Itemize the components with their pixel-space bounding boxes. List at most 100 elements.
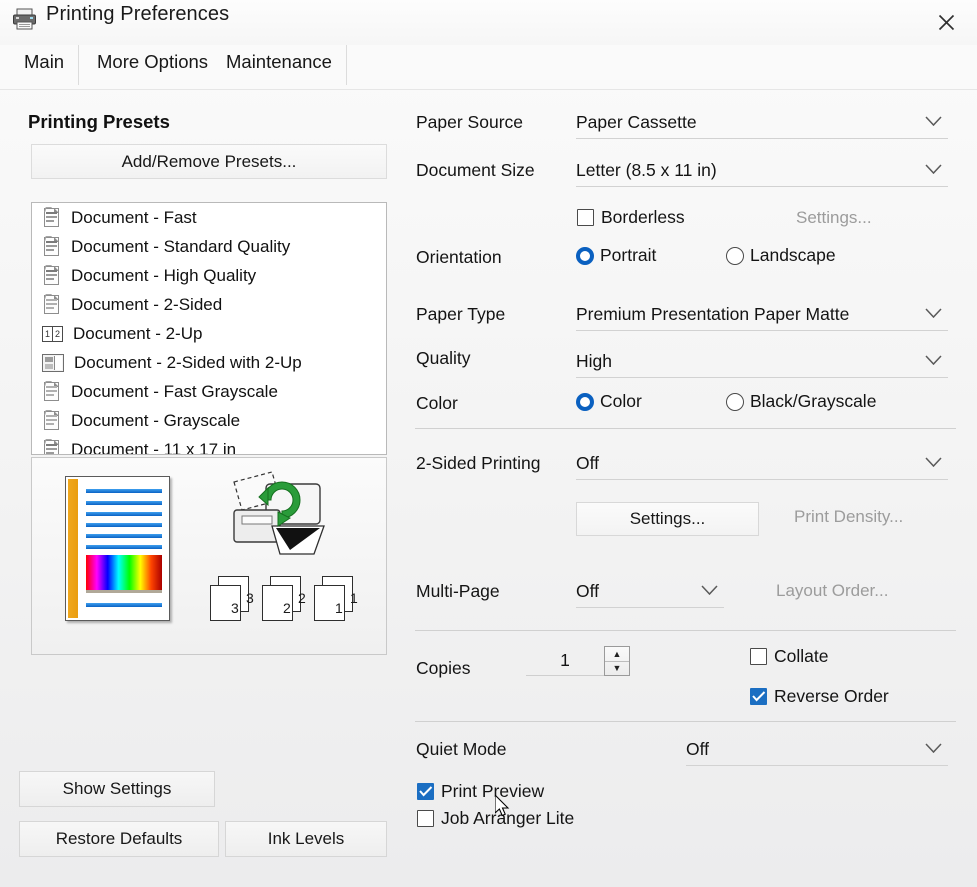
paper-type-label: Paper Type xyxy=(416,304,506,324)
color-label: Color xyxy=(416,393,458,413)
ink-levels-button[interactable]: Ink Levels xyxy=(225,821,387,857)
list-item-label: Document - Fast xyxy=(71,207,197,227)
copy-stack-number: 1 xyxy=(350,590,358,606)
list-item[interactable]: 1 2 Document - 2-Up xyxy=(32,319,386,348)
right-panel: Paper Source Paper Cassette Document Siz… xyxy=(406,95,977,887)
copies-increment-button[interactable]: ▲ xyxy=(605,647,629,661)
tab-strip: Main More Options Maintenance xyxy=(0,45,977,91)
print-preview-checkbox[interactable]: Print Preview xyxy=(417,781,544,802)
divider xyxy=(415,721,956,722)
tab-main[interactable]: Main xyxy=(10,45,80,85)
tab-maintenance-label: Maintenance xyxy=(226,51,332,72)
color-radio-color[interactable]: Color xyxy=(576,391,642,412)
radio-ring xyxy=(726,246,744,265)
radio-ring xyxy=(726,392,744,411)
printer-recycle-icon xyxy=(228,470,338,570)
color-option-label: Color xyxy=(600,391,642,411)
borderless-checkbox[interactable]: Borderless xyxy=(577,207,685,228)
two-up-right-label: 2 xyxy=(52,326,62,341)
document-icon xyxy=(42,381,61,402)
add-remove-presets-button[interactable]: Add/Remove Presets... xyxy=(31,144,387,179)
copies-spinner-buttons[interactable]: ▲ ▼ xyxy=(604,646,630,676)
document-icon xyxy=(42,410,61,431)
reverse-order-label: Reverse Order xyxy=(774,686,889,706)
show-settings-button[interactable]: Show Settings xyxy=(19,771,215,807)
reverse-order-checkbox[interactable]: Reverse Order xyxy=(750,686,889,707)
two-sided-settings-button[interactable]: Settings... xyxy=(576,502,759,536)
document-size-value: Letter (8.5 x 11 in) xyxy=(576,159,717,180)
paper-type-value: Premium Presentation Paper Matte xyxy=(576,303,850,324)
restore-defaults-button[interactable]: Restore Defaults xyxy=(19,821,219,857)
ink-levels-label: Ink Levels xyxy=(267,829,345,848)
orientation-landscape-label: Landscape xyxy=(750,245,836,265)
color-spectrum-swatch xyxy=(86,555,162,593)
multi-page-value: Off xyxy=(576,580,600,601)
chevron-down-icon xyxy=(925,306,942,324)
paper-source-value: Paper Cassette xyxy=(576,111,697,132)
copy-stack-number: 2 xyxy=(298,590,306,606)
list-item[interactable]: Document - 2-Sided with 2-Up xyxy=(32,348,386,377)
restore-defaults-label: Restore Defaults xyxy=(55,829,183,848)
two-sided-settings-label: Settings... xyxy=(629,509,706,528)
tab-maintenance[interactable]: Maintenance xyxy=(212,45,347,85)
close-icon xyxy=(938,14,954,30)
quiet-mode-select[interactable]: Off xyxy=(686,733,948,766)
show-settings-label: Show Settings xyxy=(62,779,172,798)
job-arranger-lite-label: Job Arranger Lite xyxy=(441,808,575,828)
orientation-radio-portrait[interactable]: Portrait xyxy=(576,245,656,266)
list-item[interactable]: Document - 2-Sided xyxy=(32,290,386,319)
paper-source-label: Paper Source xyxy=(416,112,524,132)
list-item[interactable]: Document - Fast xyxy=(32,203,386,232)
quiet-mode-label: Quiet Mode xyxy=(416,739,507,759)
presets-list[interactable]: Document - Fast Document - Standard Qual… xyxy=(31,202,387,455)
multi-page-select[interactable]: Off xyxy=(576,575,724,608)
two-sided-printing-select[interactable]: Off xyxy=(576,447,948,480)
page-margin-bar xyxy=(68,479,78,618)
copies-stepper[interactable]: 1 ▲ ▼ xyxy=(526,646,630,676)
color-radio-black-grayscale[interactable]: Black/Grayscale xyxy=(726,391,876,412)
copy-stack-number: 1 xyxy=(335,600,343,616)
list-item[interactable]: Document - Grayscale xyxy=(32,406,386,435)
orientation-radio-landscape[interactable]: Landscape xyxy=(726,245,836,266)
close-button[interactable] xyxy=(923,6,969,38)
list-item-label: Document - 2-Sided xyxy=(71,294,223,314)
copy-stack-1: 1 1 xyxy=(314,576,360,624)
two-sided-printing-value: Off xyxy=(576,452,600,473)
list-item-label: Document - High Quality xyxy=(71,265,257,285)
chevron-down-icon xyxy=(925,114,942,132)
job-arranger-lite-checkbox[interactable]: Job Arranger Lite xyxy=(417,808,574,829)
document-size-label: Document Size xyxy=(416,160,535,180)
orientation-label: Orientation xyxy=(416,247,502,267)
checkbox-box xyxy=(750,688,767,705)
copies-value[interactable]: 1 xyxy=(526,646,604,676)
copy-stack-number: 3 xyxy=(246,590,254,606)
list-item[interactable]: Document - High Quality xyxy=(32,261,386,290)
tab-more-options[interactable]: More Options xyxy=(83,45,222,85)
title-bar: Printing Preferences xyxy=(0,0,977,45)
chevron-down-icon xyxy=(925,162,942,180)
document-icon xyxy=(42,236,61,257)
quality-select[interactable]: High xyxy=(576,345,948,378)
list-item[interactable]: Document - Standard Quality xyxy=(32,232,386,261)
checkbox-box xyxy=(417,783,434,800)
tab-more-options-label: More Options xyxy=(97,51,209,72)
copy-stack-2: 2 2 xyxy=(262,576,308,624)
window-title: Printing Preferences xyxy=(46,3,230,25)
document-size-select[interactable]: Letter (8.5 x 11 in) xyxy=(576,154,948,187)
list-item-label: Document - 2-Sided with 2-Up xyxy=(74,352,302,372)
collate-label: Collate xyxy=(774,646,829,666)
paper-source-select[interactable]: Paper Cassette xyxy=(576,106,948,139)
two-sided-two-up-icon xyxy=(42,353,64,372)
printing-preferences-dialog: Printing Preferences Main More Options M… xyxy=(0,0,977,887)
list-item-label: Document - Standard Quality xyxy=(71,236,291,256)
copy-stack-number: 3 xyxy=(231,600,239,616)
collate-checkbox[interactable]: Collate xyxy=(750,646,828,667)
divider xyxy=(415,630,956,631)
list-item[interactable]: Document - 11 x 17 in xyxy=(32,435,386,454)
paper-type-select[interactable]: Premium Presentation Paper Matte xyxy=(576,298,948,331)
borderless-label: Borderless xyxy=(601,207,685,227)
chevron-down-icon xyxy=(925,353,942,371)
copy-stack-number: 2 xyxy=(283,600,291,616)
list-item[interactable]: Document - Fast Grayscale xyxy=(32,377,386,406)
copies-decrement-button[interactable]: ▼ xyxy=(605,660,629,676)
